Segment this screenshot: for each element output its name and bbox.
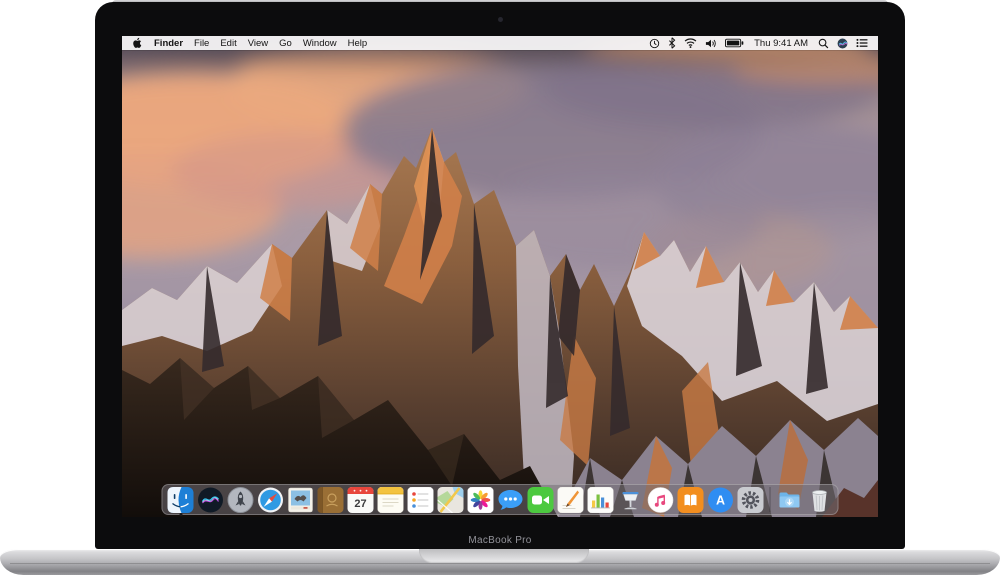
messages-icon <box>498 489 523 510</box>
siri-app-icon <box>198 487 223 512</box>
base-body <box>0 549 1000 575</box>
dock-item-contacts[interactable] <box>317 486 344 513</box>
maps-icon <box>437 486 464 513</box>
dock-item-reminders[interactable] <box>407 486 434 513</box>
menu-window[interactable]: Window <box>303 38 337 49</box>
dock-item-messages[interactable] <box>498 487 524 513</box>
contacts-icon <box>317 486 344 513</box>
pages-icon <box>557 486 584 513</box>
lid-opening-notch <box>419 549 589 563</box>
dock-item-finder[interactable] <box>167 486 194 516</box>
system-preferences-icon <box>737 486 764 513</box>
safari-icon <box>258 487 283 512</box>
ibooks-icon <box>677 486 704 513</box>
calendar-day: 27 <box>354 498 366 510</box>
menu-help[interactable]: Help <box>348 38 368 49</box>
dock-item-itunes[interactable] <box>647 486 674 513</box>
siri-icon[interactable] <box>837 38 848 49</box>
menu-bar-clock[interactable]: Thu 9:41 AM <box>754 38 808 49</box>
menu-finder[interactable]: Finder <box>154 38 183 49</box>
apple-menu[interactable] <box>132 37 142 49</box>
menu-go[interactable]: Go <box>279 38 292 49</box>
app-store-glyph: A <box>716 493 725 507</box>
app-store-icon: A <box>708 487 733 512</box>
dock-item-launchpad[interactable] <box>227 486 254 513</box>
menu-file[interactable]: File <box>194 38 209 49</box>
reminders-icon <box>407 486 434 513</box>
dock-item-calendar[interactable]: 27 <box>347 486 374 513</box>
photos-icon <box>467 486 494 513</box>
wallpaper-sierra-mountain <box>122 36 878 517</box>
screen: Finder File Edit View Go Window Help Thu… <box>122 36 878 517</box>
dock-item-photos[interactable] <box>467 486 494 513</box>
menu-bar: Finder File Edit View Go Window Help Thu… <box>122 36 878 50</box>
spotlight-search-icon[interactable] <box>818 38 829 49</box>
dock-item-ibooks[interactable] <box>677 486 704 513</box>
dock-item-keynote[interactable] <box>618 487 644 513</box>
launchpad-icon <box>227 486 254 513</box>
wifi-icon[interactable] <box>684 38 697 48</box>
lid-bezel: Finder File Edit View Go Window Help Thu… <box>95 2 905 549</box>
dock-item-facetime[interactable] <box>527 486 554 513</box>
keynote-icon <box>622 491 639 509</box>
dock-item-maps[interactable] <box>437 486 464 513</box>
running-indicator <box>179 513 182 516</box>
dock-divider <box>769 487 771 512</box>
bluetooth-icon[interactable] <box>668 37 676 49</box>
finder-icon <box>167 486 194 513</box>
camera-dot <box>498 17 503 22</box>
facetime-icon <box>527 486 554 513</box>
notes-icon <box>377 486 404 513</box>
numbers-icon <box>587 486 614 513</box>
clock-icon[interactable] <box>649 38 660 49</box>
dock-item-pages[interactable] <box>557 486 584 513</box>
dock-item-notes[interactable] <box>377 486 404 513</box>
calendar-icon: 27 <box>347 486 374 513</box>
trash-icon <box>812 489 827 512</box>
base-seam <box>10 563 990 564</box>
battery-icon[interactable] <box>725 38 744 48</box>
menu-view[interactable]: View <box>248 38 268 49</box>
model-label: MacBook Pro <box>468 535 532 546</box>
dock-item-numbers[interactable] <box>587 486 614 513</box>
volume-icon[interactable] <box>705 38 717 49</box>
mail-stamp-icon <box>288 487 313 512</box>
dock-item-safari[interactable] <box>258 487 284 513</box>
downloads-folder-icon <box>779 492 800 507</box>
dock-item-mail[interactable] <box>288 487 314 513</box>
macbook-pro: Finder File Edit View Go Window Help Thu… <box>0 0 1000 579</box>
notification-center-icon[interactable] <box>856 38 868 48</box>
dock-item-app-store[interactable]: A <box>708 487 734 513</box>
dock-item-system-preferences[interactable] <box>737 486 764 513</box>
itunes-icon <box>647 486 674 513</box>
dock-item-siri[interactable] <box>198 487 224 513</box>
dock: 27 A <box>161 484 839 516</box>
apple-logo-icon <box>133 37 142 48</box>
dock-item-downloads[interactable] <box>777 487 803 513</box>
menu-edit[interactable]: Edit <box>220 38 236 49</box>
dock-item-trash[interactable] <box>807 487 833 513</box>
